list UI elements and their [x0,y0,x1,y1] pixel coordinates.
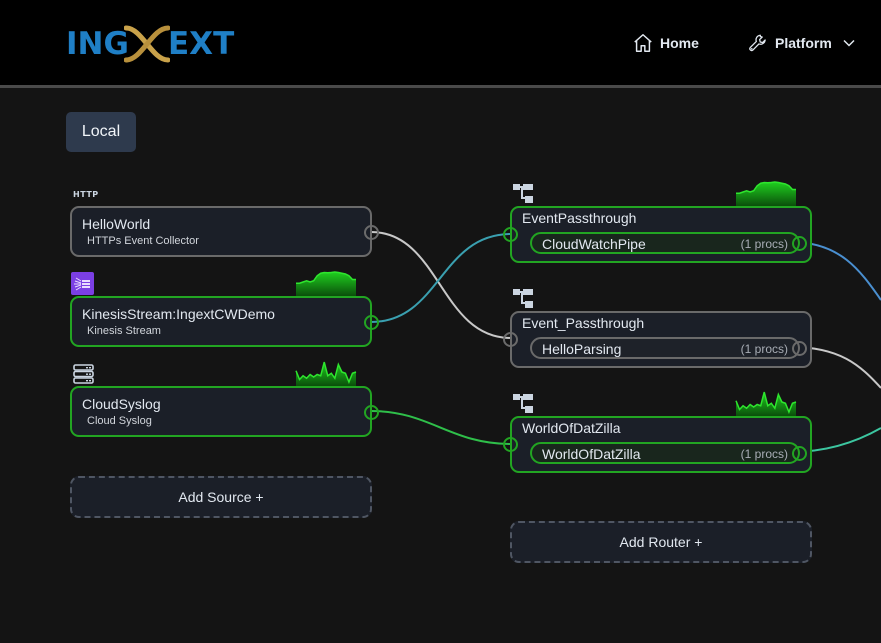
pipeline-name: HelloParsing [542,341,622,357]
sparkline-area [736,182,796,207]
nav-home[interactable]: Home [632,32,699,54]
router-input-port[interactable] [503,437,518,452]
sparkline-eventpassthrough [735,181,797,208]
top-navbar: ING EXT Home Platform [0,0,881,88]
pipeline-name: WorldOfDatZilla [542,446,641,462]
add-source-button[interactable]: Add Source + [70,476,372,518]
source-output-port[interactable] [364,405,379,420]
pipeline-output-port[interactable] [792,341,807,356]
source-node-helloworld[interactable]: HelloWorld HTTPs Event Collector [70,206,379,257]
pipeline-worldofdatzilla[interactable]: WorldOfDatZilla (1 procs) [530,442,807,464]
logo-text-left: ING [66,26,129,62]
router-name: EventPassthrough [522,210,637,226]
sparkline-area [736,392,796,417]
pipeline-procs-count: (1 procs) [740,342,788,356]
pipeline-procs-count: (1 procs) [740,237,788,251]
logo-x-icon [124,25,170,63]
sparkline-worldofdatzilla [735,391,797,418]
router-name: Event_Passthrough [522,315,645,331]
source-node-cloudsyslog[interactable]: CloudSyslog Cloud Syslog [70,386,379,437]
kinesis-icon [71,272,94,295]
pipeline-procs-count: (1 procs) [740,447,788,461]
pipeline-output-port[interactable] [792,236,807,251]
home-icon [634,34,652,52]
add-router-button[interactable]: Add Router + [510,521,812,563]
source-type: HTTPs Event Collector [87,235,199,247]
pipeline-helloparsing[interactable]: HelloParsing (1 procs) [530,337,807,359]
router-input-port[interactable] [503,227,518,242]
http-type-label: HTTP [73,190,99,199]
pipeline-name: CloudWatchPipe [542,236,646,252]
nav-home-label: Home [660,35,699,51]
ingext-logo[interactable]: ING EXT [66,22,234,66]
wrench-icon [749,34,766,52]
router-tree-icon [513,394,533,413]
chevron-down-icon [843,39,855,47]
router-name: WorldOfDatZilla [522,420,621,436]
source-type: Cloud Syslog [87,415,152,427]
logo-text-right: EXT [168,26,235,62]
sparkline-area [296,272,356,297]
source-type: Kinesis Stream [87,325,161,337]
source-output-port[interactable] [364,315,379,330]
sparkline-cloudsyslog [295,361,357,388]
router-node-worldofdatzilla[interactable]: WorldOfDatZilla WorldOfDatZilla (1 procs… [503,416,812,473]
router-input-port[interactable] [503,332,518,347]
pipeline-cloudwatchpipe[interactable]: CloudWatchPipe (1 procs) [530,232,807,254]
router-node-eventpassthrough[interactable]: EventPassthrough CloudWatchPipe (1 procs… [503,206,812,263]
environment-local-button[interactable]: Local [66,112,136,152]
sparkline-kinesis [295,271,357,298]
source-name: CloudSyslog [82,396,161,412]
router-node-event-passthrough[interactable]: Event_Passthrough HelloParsing (1 procs) [503,311,812,368]
source-name: KinesisStream:IngextCWDemo [82,306,275,322]
router-tree-icon [513,184,533,203]
source-name: HelloWorld [82,216,151,232]
sparkline-area [296,362,356,387]
source-output-port[interactable] [364,225,379,240]
nav-platform[interactable]: Platform [747,32,856,54]
source-node-kinesis[interactable]: KinesisStream:IngextCWDemo Kinesis Strea… [70,296,379,347]
nav-platform-label: Platform [775,35,832,51]
pipeline-output-port[interactable] [792,446,807,461]
router-tree-icon [513,289,533,308]
